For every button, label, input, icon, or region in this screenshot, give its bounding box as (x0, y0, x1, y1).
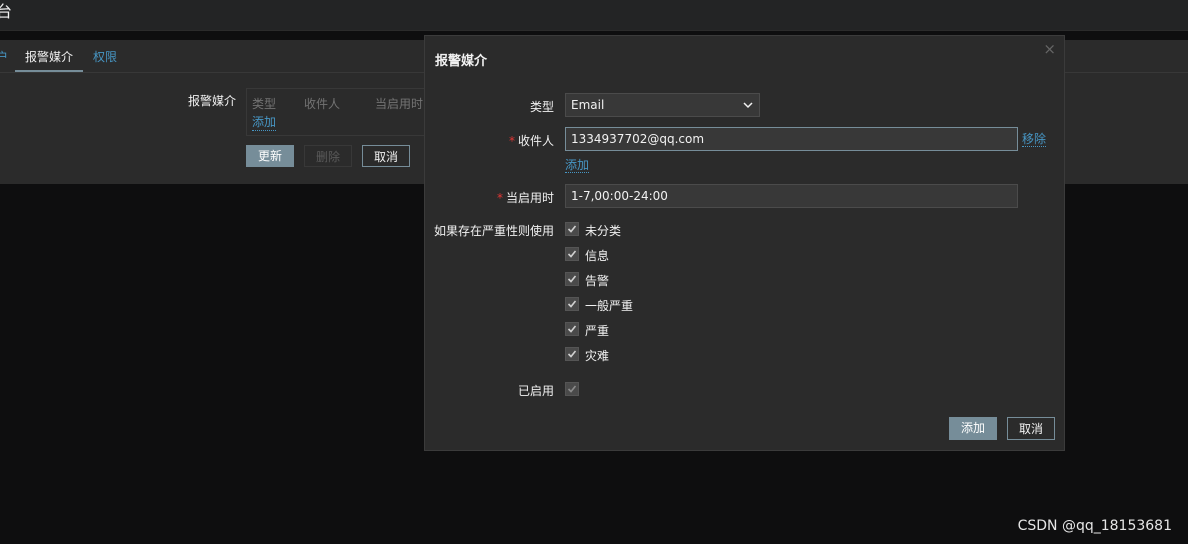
app-title: 台 (0, 2, 13, 21)
severity-checkbox[interactable] (565, 222, 579, 236)
when-active-input[interactable] (565, 184, 1018, 208)
add-recipient-link[interactable]: 添加 (565, 158, 590, 173)
media-table: 类型 收件人 当启用时 添加 (246, 88, 437, 136)
severity-checkbox[interactable] (565, 272, 579, 286)
media-label: 报警媒介 (188, 94, 237, 108)
checkmark-icon (567, 250, 577, 258)
checkmark-icon (567, 325, 577, 333)
severity-checkbox[interactable] (565, 247, 579, 261)
severity-option-label: 严重 (585, 324, 610, 338)
enabled-label: 已启用 (517, 384, 554, 398)
tab-media[interactable]: 报警媒介 (14, 48, 84, 72)
close-icon[interactable]: × (1043, 40, 1056, 58)
severity-option-label: 信息 (585, 249, 610, 263)
severity-option-label: 未分类 (585, 224, 622, 238)
remove-recipient-link[interactable]: 移除 (1022, 132, 1047, 147)
add-button[interactable]: 添加 (949, 417, 997, 440)
checkmark-icon (567, 385, 577, 393)
cancel-button[interactable]: 取消 (362, 145, 410, 167)
type-select[interactable]: Email (565, 93, 760, 117)
type-label: 类型 (529, 100, 554, 114)
enabled-checkbox[interactable] (565, 382, 579, 396)
dialog-title: 报警媒介 (435, 54, 488, 69)
tab-user[interactable]: 户 (0, 48, 8, 65)
checkmark-icon (567, 300, 577, 308)
delete-button: 删除 (304, 145, 352, 167)
severity-checkbox[interactable] (565, 347, 579, 361)
severity-option-label: 一般严重 (585, 299, 634, 313)
column-recipient: 收件人 (304, 97, 341, 111)
add-media-link[interactable]: 添加 (252, 113, 277, 131)
checkmark-icon (567, 275, 577, 283)
severity-option-label: 灾难 (585, 349, 610, 363)
dialog-cancel-button[interactable]: 取消 (1007, 417, 1055, 440)
column-type: 类型 (252, 97, 277, 111)
recipient-label: * 收件人 (508, 134, 554, 148)
chevron-down-icon (743, 102, 753, 109)
column-when-active: 当启用时 (375, 97, 424, 111)
checkmark-icon (567, 350, 577, 358)
when-active-label: * 当启用时 (496, 191, 554, 205)
severity-checkbox[interactable] (565, 297, 579, 311)
tab-permissions[interactable]: 权限 (93, 48, 117, 65)
severity-checkbox[interactable] (565, 322, 579, 336)
media-dialog: 报警媒介 × 类型 Email *收件人 移除 添加 *当启用时 如果存在严重性… (424, 35, 1065, 451)
severity-option-label: 告警 (585, 274, 610, 288)
checkmark-icon (567, 225, 577, 233)
severity-label: 如果存在严重性则使用 (433, 224, 554, 238)
top-bar: 台 (0, 0, 1188, 31)
update-button[interactable]: 更新 (246, 145, 294, 167)
recipient-input[interactable] (565, 127, 1018, 151)
type-select-value: Email (571, 98, 605, 112)
watermark: CSDN @qq_18153681 (1017, 518, 1172, 534)
